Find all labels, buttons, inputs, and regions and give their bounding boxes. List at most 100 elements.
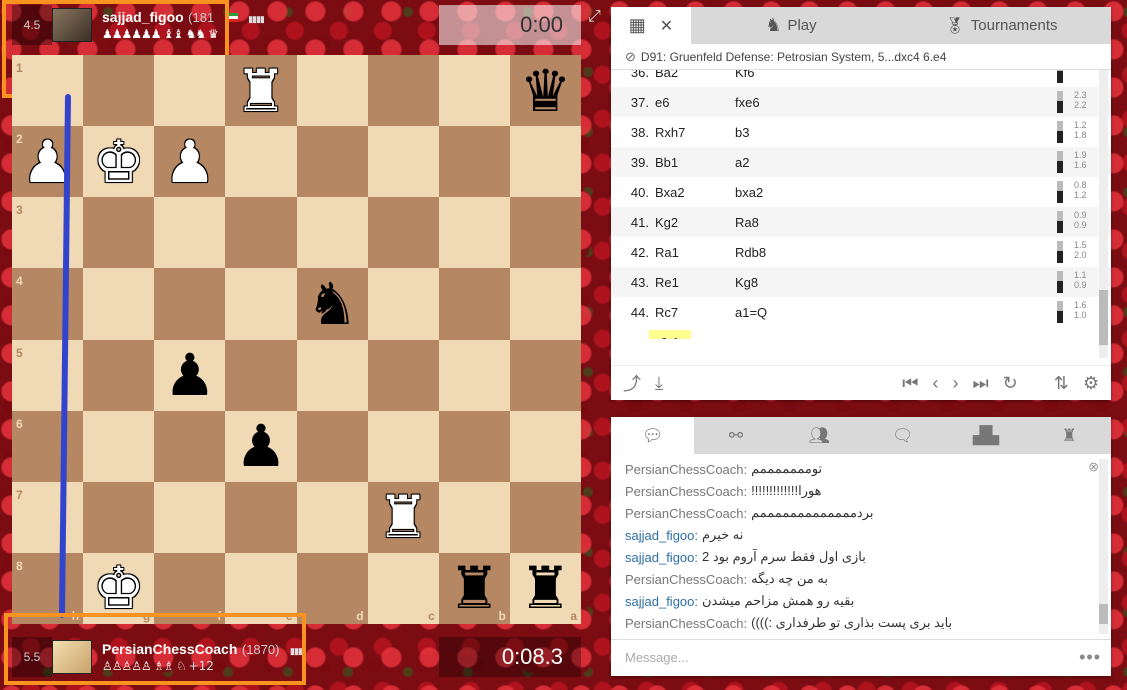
chess-piece[interactable]: ♛ bbox=[519, 62, 571, 120]
white-move[interactable]: Kg2 bbox=[655, 215, 735, 230]
board-square[interactable] bbox=[225, 481, 297, 553]
tab-chat[interactable]: 💬︎ bbox=[611, 417, 695, 454]
board-square[interactable]: ♞ bbox=[296, 268, 368, 340]
settings-icon[interactable]: ⚙ bbox=[1083, 373, 1099, 394]
board-square[interactable] bbox=[225, 126, 297, 198]
board-square[interactable] bbox=[367, 410, 439, 482]
refresh-icon[interactable]: ↻ bbox=[1003, 373, 1018, 394]
chess-piece[interactable]: ♜ bbox=[519, 559, 571, 617]
chess-piece[interactable]: ♟ bbox=[22, 133, 74, 191]
chess-piece[interactable]: ♜ bbox=[448, 559, 500, 617]
more-options-icon[interactable]: ••• bbox=[1079, 647, 1101, 668]
tab-events[interactable]: ♜ bbox=[1028, 417, 1111, 454]
chat-username[interactable]: PersianChessCoach: bbox=[625, 572, 747, 587]
black-move[interactable]: Ra8 bbox=[735, 215, 815, 230]
board-square[interactable] bbox=[296, 126, 368, 198]
chess-piece[interactable]: ♞ bbox=[306, 275, 358, 333]
board-square[interactable] bbox=[509, 410, 581, 482]
tab-game[interactable]: ▦ ✕ bbox=[611, 7, 691, 44]
board-square[interactable] bbox=[296, 410, 368, 482]
board-square[interactable] bbox=[154, 55, 226, 127]
chat-username[interactable]: PersianChessCoach: bbox=[625, 616, 747, 631]
move-list[interactable]: 36.Ba2Kf61.637.e6fxe62.32.238.Rxh7b31.21… bbox=[611, 70, 1111, 339]
white-move[interactable]: Bb1 bbox=[655, 155, 735, 170]
board-square[interactable] bbox=[225, 339, 297, 411]
share-icon[interactable]: ⤴ bbox=[623, 370, 641, 396]
board-square[interactable]: 2 ♟ bbox=[12, 126, 84, 198]
chess-piece[interactable]: ♚ bbox=[93, 133, 145, 191]
board-square[interactable] bbox=[296, 339, 368, 411]
next-move-icon[interactable]: › bbox=[952, 373, 958, 394]
flip-board-icon[interactable]: ⇅ bbox=[1054, 373, 1069, 394]
chess-piece[interactable]: ♟ bbox=[164, 133, 216, 191]
chat-username[interactable]: sajjad_figoo: bbox=[625, 550, 698, 565]
board-square[interactable]: ♚ bbox=[83, 126, 155, 198]
chat-username[interactable]: PersianChessCoach: bbox=[625, 484, 747, 499]
chat-username[interactable]: PersianChessCoach: bbox=[625, 506, 747, 521]
board-square[interactable] bbox=[83, 339, 155, 411]
last-move-icon[interactable]: ⏭ bbox=[972, 373, 988, 394]
first-move-icon[interactable]: ⏮ bbox=[902, 373, 918, 394]
tab-tournaments[interactable]: 🏅︎ Tournaments bbox=[891, 7, 1111, 44]
chess-piece[interactable]: ♜ bbox=[235, 62, 287, 120]
white-move[interactable]: Re1 bbox=[655, 275, 735, 290]
board-square[interactable] bbox=[154, 481, 226, 553]
board-square[interactable] bbox=[367, 197, 439, 269]
board-square[interactable] bbox=[154, 410, 226, 482]
tab-standings[interactable]: ▟▙ bbox=[944, 417, 1027, 454]
board-square[interactable] bbox=[509, 268, 581, 340]
white-move[interactable]: Rc7 bbox=[655, 305, 735, 320]
board-square[interactable]: ♟ bbox=[154, 126, 226, 198]
board-square[interactable] bbox=[225, 268, 297, 340]
board-square[interactable] bbox=[367, 268, 439, 340]
board-square[interactable]: ♜ bbox=[225, 55, 297, 127]
board-square[interactable] bbox=[438, 410, 510, 482]
chat-username[interactable]: sajjad_figoo: bbox=[625, 528, 698, 543]
tab-messages[interactable]: 🗨︎ bbox=[861, 417, 944, 454]
board-square[interactable]: b ♜ bbox=[438, 552, 510, 624]
board-square[interactable]: ♛ bbox=[509, 55, 581, 127]
board-square[interactable] bbox=[438, 126, 510, 198]
clear-chat-icon[interactable]: ⊗ bbox=[1088, 459, 1099, 475]
chat-scrollbar-thumb[interactable] bbox=[1099, 604, 1108, 624]
expand-icon[interactable]: ⤢ bbox=[588, 8, 601, 26]
black-move[interactable]: fxe6 bbox=[735, 95, 815, 110]
board-square[interactable] bbox=[438, 339, 510, 411]
board-square[interactable] bbox=[509, 481, 581, 553]
board-square[interactable] bbox=[367, 126, 439, 198]
board-square[interactable] bbox=[509, 197, 581, 269]
board-square[interactable]: 3 bbox=[12, 197, 84, 269]
chat-username[interactable]: PersianChessCoach: bbox=[625, 462, 747, 477]
chat-messages[interactable]: PersianChessCoach: تومممممممم PersianChess… bbox=[611, 454, 1111, 639]
move-scrollbar-track[interactable] bbox=[1099, 70, 1108, 358]
board-square[interactable]: c bbox=[367, 552, 439, 624]
board-square[interactable] bbox=[296, 481, 368, 553]
board-square[interactable] bbox=[438, 268, 510, 340]
board-square[interactable] bbox=[509, 126, 581, 198]
black-move[interactable]: Rdb8 bbox=[735, 245, 815, 260]
black-move[interactable]: a1=Q bbox=[735, 305, 815, 320]
board-square[interactable]: ♟ bbox=[225, 410, 297, 482]
board-square[interactable]: a ♜ bbox=[509, 552, 581, 624]
chess-piece[interactable]: ♚ bbox=[93, 559, 145, 617]
message-input[interactable]: Message... ••• bbox=[611, 639, 1111, 675]
board-square[interactable] bbox=[83, 410, 155, 482]
black-move[interactable]: a2 bbox=[735, 155, 815, 170]
white-move[interactable]: Ba2 bbox=[655, 70, 735, 80]
board-square[interactable]: 7 bbox=[12, 481, 84, 553]
chess-board[interactable]: 1 ♜ ♛ 2 ♟ ♚ ♟ 3 4 ♞ 5 ♟ 6 ♟ 7 ♜ 8 h g ♚ f e d c b ♜ a ♜ bbox=[12, 55, 581, 624]
board-grid[interactable]: 1 ♜ ♛ 2 ♟ ♚ ♟ 3 4 ♞ 5 ♟ 6 ♟ 7 ♜ 8 h g ♚ f e d c b ♜ a ♜ bbox=[12, 55, 581, 624]
black-move[interactable]: bxa2 bbox=[735, 185, 815, 200]
board-square[interactable]: ♜ bbox=[367, 481, 439, 553]
black-move[interactable]: Kf6 bbox=[735, 70, 815, 80]
board-square[interactable] bbox=[154, 268, 226, 340]
board-square[interactable] bbox=[296, 55, 368, 127]
chess-piece[interactable]: ♟ bbox=[235, 417, 287, 475]
chess-piece[interactable]: ♟ bbox=[164, 346, 216, 404]
board-square[interactable] bbox=[154, 197, 226, 269]
prev-move-icon[interactable]: ‹ bbox=[932, 373, 938, 394]
chess-piece[interactable]: ♜ bbox=[377, 488, 429, 546]
board-square[interactable] bbox=[438, 55, 510, 127]
white-move[interactable]: e6 bbox=[655, 95, 735, 110]
board-square[interactable] bbox=[225, 197, 297, 269]
